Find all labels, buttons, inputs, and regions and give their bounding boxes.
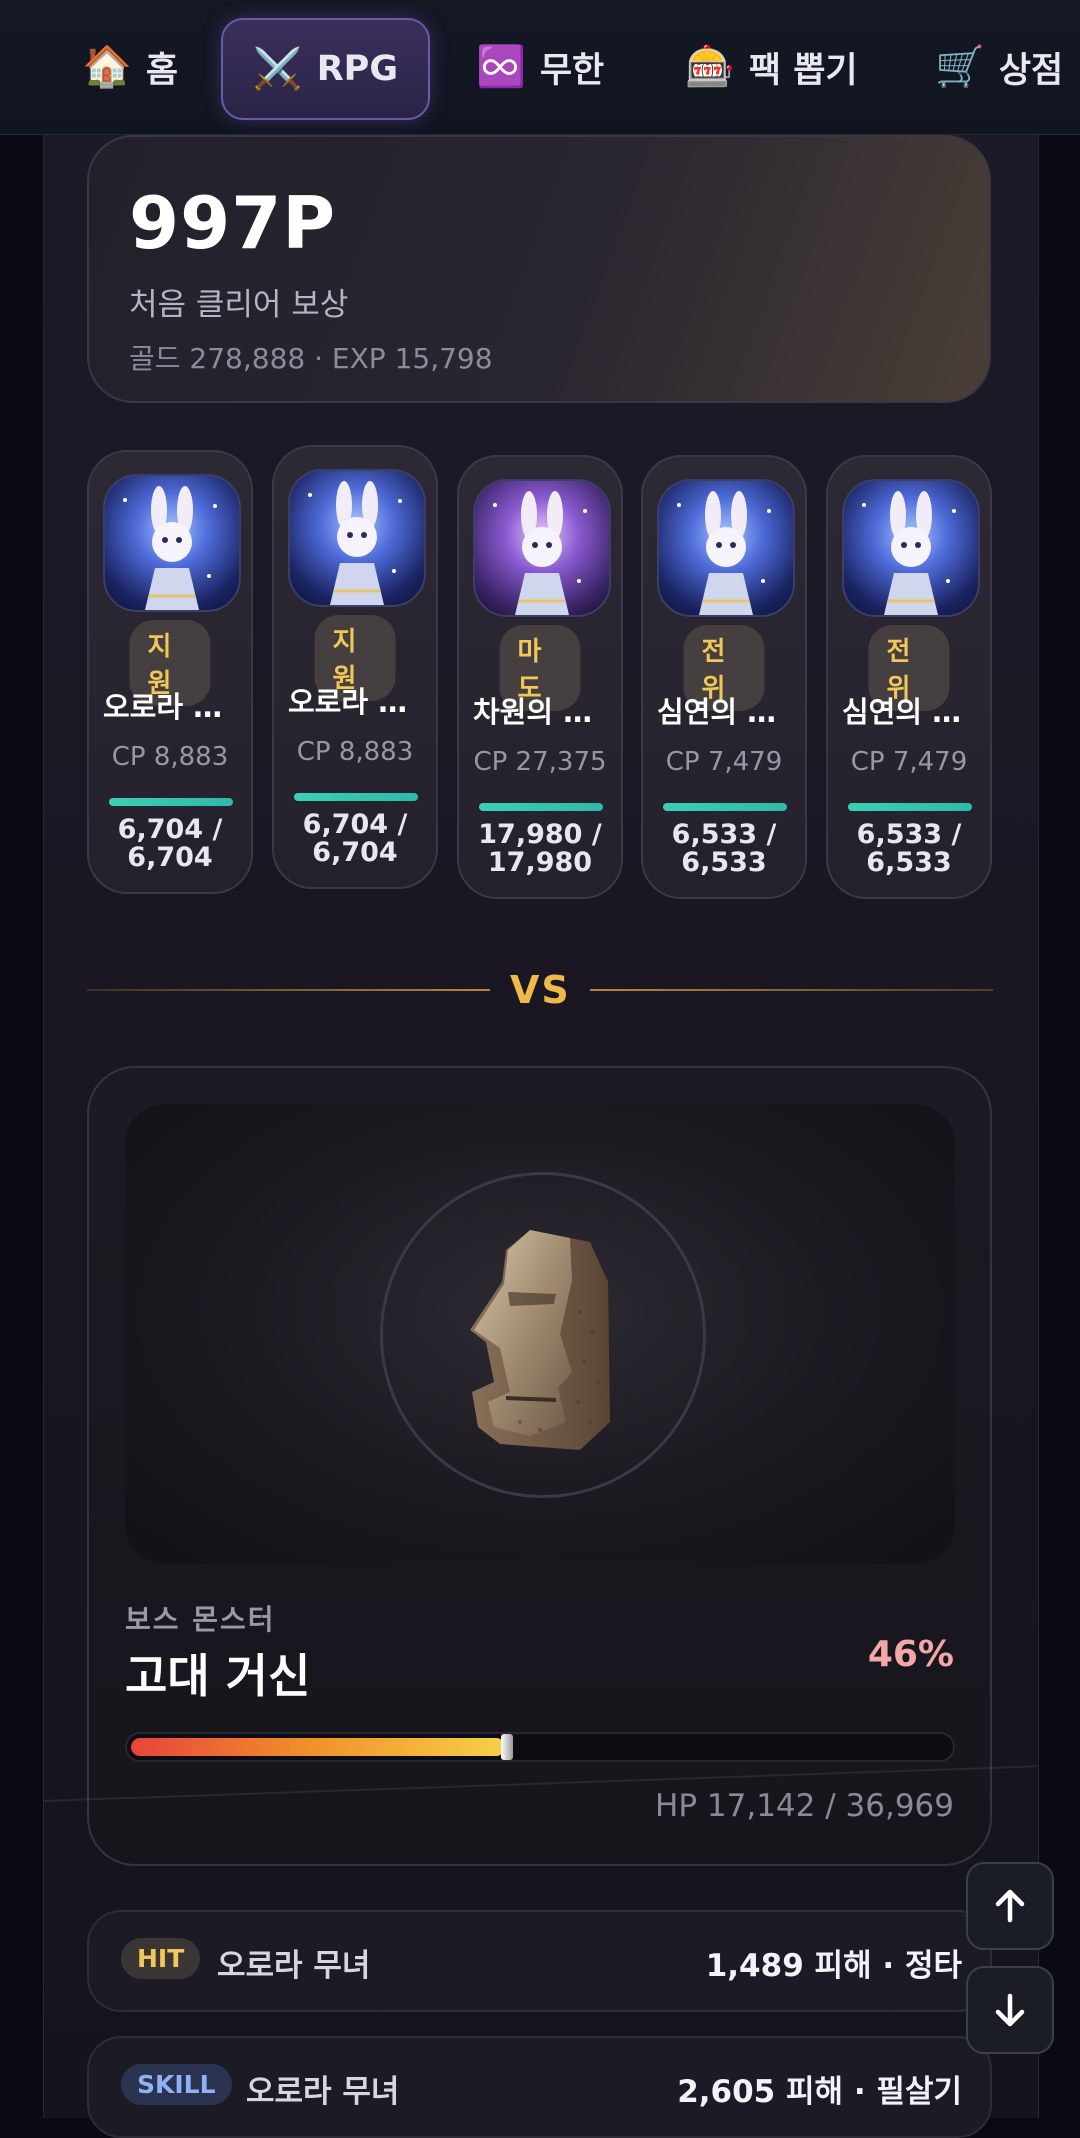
slot-machine-icon: 🎰: [685, 44, 735, 90]
scroll-up-button[interactable]: [966, 1862, 1054, 1950]
hero-hp-text: 6,704 /6,704: [89, 816, 251, 872]
hero-portrait: [842, 479, 980, 617]
hero-portrait: [288, 469, 426, 607]
arrow-down-icon: [995, 1993, 1025, 2027]
hero-cp: CP 27,375: [473, 747, 607, 777]
tab-rpg[interactable]: ⚔️ RPG: [221, 18, 430, 120]
hero-hp-bar: [294, 793, 418, 801]
reward-points: 997P: [129, 181, 337, 265]
hero-name: 오로라 …: [103, 690, 223, 724]
battle-log-row: SKILL 오로라 무녀 2,605 피해 · 필살기: [87, 2036, 992, 2138]
tab-home[interactable]: 🏠 홈: [82, 0, 178, 134]
log-result: 1,489 피해 · 정타: [705, 1948, 962, 1984]
reward-detail: 골드 278,888 · EXP 15,798: [129, 342, 493, 375]
tab-label: 무한: [539, 50, 605, 91]
hero-name: 오로라 …: [288, 685, 408, 719]
hero-cp: CP 8,883: [111, 742, 229, 772]
boss-hp-bar: [125, 1732, 955, 1762]
hero-hp-text: 17,980 /17,980: [459, 821, 621, 877]
tab-label: 홈: [145, 50, 179, 91]
hero-hp-bar: [479, 803, 603, 811]
rabbit-hero-icon: [123, 486, 217, 610]
divider-left: [87, 989, 490, 991]
log-actor: 오로라 무녀: [217, 1948, 371, 1984]
versus-label: VS: [510, 968, 571, 1012]
boss-hp-text: HP 17,142 / 36,969: [655, 1788, 954, 1824]
tab-label: 상점: [998, 50, 1064, 91]
rabbit-hero-icon: [862, 491, 956, 615]
hero-hp-max: 6,704: [312, 837, 398, 868]
shopping-cart-icon: 🛒: [935, 44, 985, 90]
tab-pack-draw[interactable]: 🎰 팩 뽑기: [685, 0, 858, 134]
hero-hp-text: 6,533 /6,533: [828, 821, 990, 877]
hero-hp-text: 6,704 /6,704: [274, 811, 436, 867]
log-actor: 오로라 무녀: [246, 2074, 400, 2110]
reward-label: 처음 클리어 보상: [129, 287, 349, 323]
hero-hp-bar: [109, 798, 233, 806]
tab-infinite[interactable]: ♾️ 무한: [476, 0, 604, 134]
house-icon: 🏠: [82, 44, 132, 90]
boss-hp-marker: [501, 1734, 513, 1760]
boss-name: 고대 거신: [125, 1649, 311, 1703]
log-result: 2,605 피해 · 필살기: [677, 2074, 962, 2110]
hero-hp-max: 6,704: [127, 842, 213, 873]
rabbit-hero-icon: [493, 491, 587, 615]
hero-hp-bar: [848, 803, 972, 811]
boss-hp-percent: 46%: [867, 1634, 954, 1675]
skill-badge: SKILL: [121, 2064, 232, 2105]
hero-cp: CP 8,883: [296, 737, 414, 767]
hero-hp-max: 17,980: [487, 847, 593, 878]
hero-hp-current: 17,980 /: [478, 819, 602, 850]
divider-right: [590, 989, 993, 991]
infinity-icon: ♾️: [476, 44, 526, 90]
hero-cp: CP 7,479: [665, 747, 783, 777]
hero-card[interactable]: 마도 차원의 … CP 27,375 17,980 /17,980: [457, 455, 623, 899]
hero-hp-max: 6,533: [866, 847, 952, 878]
hero-portrait: [103, 474, 241, 612]
hero-card[interactable]: 전위 심연의 … CP 7,479 6,533 /6,533: [826, 455, 992, 899]
hero-hp-current: 6,533 /: [856, 819, 962, 850]
hero-portrait: [657, 479, 795, 617]
battle-log-row: HIT 오로라 무녀 1,489 피해 · 정타: [87, 1910, 992, 2012]
boss-hp-fill: [131, 1738, 505, 1756]
rabbit-hero-icon: [677, 491, 771, 615]
hero-name: 차원의 …: [473, 695, 593, 729]
hero-hp-current: 6,704 /: [117, 814, 223, 845]
tab-label: RPG: [316, 49, 399, 89]
boss-kind-label: 보스 몬스터: [125, 1603, 276, 1636]
tab-shop[interactable]: 🛒 상점: [935, 0, 1063, 134]
scroll-down-button[interactable]: [966, 1966, 1054, 2054]
hero-cp: CP 7,479: [850, 747, 968, 777]
hero-hp-max: 6,533: [681, 847, 767, 878]
hero-card[interactable]: 지원 오로라 … CP 8,883 6,704 /6,704: [87, 450, 253, 894]
hero-name: 심연의 …: [657, 695, 777, 729]
first-clear-reward-card: 997P 처음 클리어 보상 골드 278,888 · EXP 15,798: [87, 135, 991, 403]
arrow-up-icon: [995, 1889, 1025, 1923]
hero-name: 심연의 …: [842, 695, 962, 729]
hero-hp-text: 6,533 /6,533: [643, 821, 805, 877]
hero-hp-bar: [663, 803, 787, 811]
hero-card[interactable]: 전위 심연의 … CP 7,479 6,533 /6,533: [641, 455, 807, 899]
hit-badge: HIT: [121, 1938, 201, 1979]
boss-card: 보스 몬스터 고대 거신 46% HP 17,142 / 36,969: [87, 1066, 992, 1866]
hero-hp-current: 6,704 /: [302, 809, 408, 840]
tab-label: 팩 뽑기: [748, 50, 858, 91]
hero-portrait: [473, 479, 611, 617]
hero-card[interactable]: 지원 오로라 … CP 8,883 6,704 /6,704: [272, 445, 438, 889]
rabbit-hero-icon: [308, 481, 402, 605]
hero-hp-current: 6,533 /: [671, 819, 777, 850]
moai-icon: [470, 1230, 610, 1450]
top-nav: 🏠 홈 ⚔️ RPG ♾️ 무한 🎰 팩 뽑기 🛒 상점: [0, 0, 1080, 135]
boss-portrait: [125, 1104, 955, 1564]
crossed-swords-icon: ⚔️: [252, 46, 303, 92]
